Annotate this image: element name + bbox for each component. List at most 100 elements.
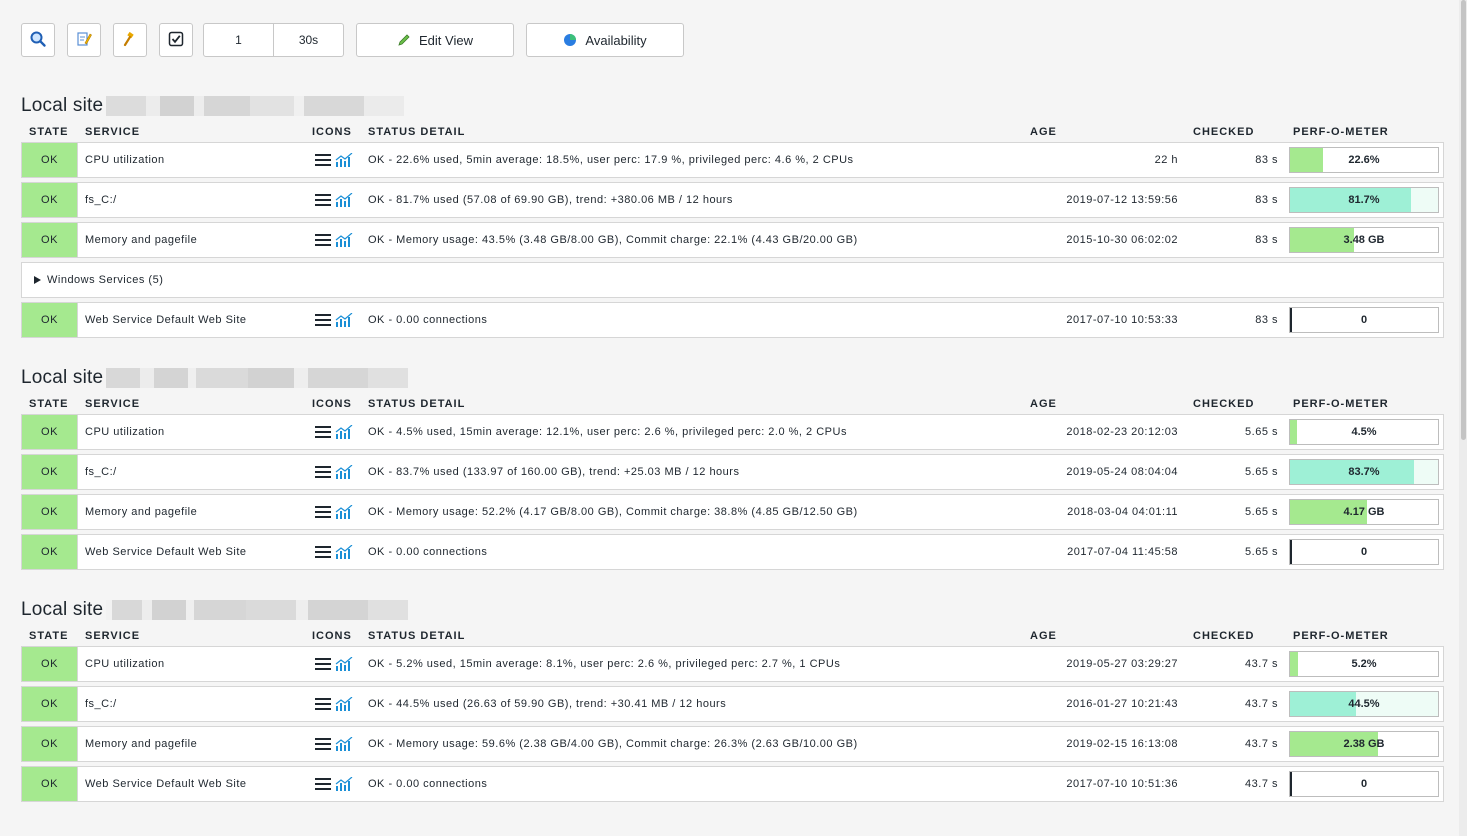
table-header: STATE SERVICE ICONS STATUS DETAIL AGE CH… [21, 622, 1444, 642]
table-row[interactable]: OK Web Service Default Web Site OK - 0.0… [21, 302, 1444, 338]
service-name[interactable]: fs_C:/ [85, 183, 117, 217]
checked: 5.65 s [1245, 546, 1278, 558]
service-name[interactable]: CPU utilization [85, 647, 165, 681]
state-badge: OK [22, 535, 78, 569]
col-checked[interactable]: CHECKED [1193, 398, 1254, 410]
col-state[interactable]: STATE [29, 126, 68, 138]
menu-icon[interactable] [315, 737, 331, 754]
graph-icon[interactable] [335, 192, 353, 210]
graph-icon[interactable] [335, 776, 353, 794]
graph-icon[interactable] [335, 232, 353, 250]
status-detail: OK - 22.6% used, 5min average: 18.5%, us… [368, 154, 854, 166]
service-group-toggle[interactable]: Windows Services (5) [21, 262, 1444, 298]
perf-o-meter[interactable]: 83.7% [1289, 459, 1439, 485]
checkbox-toggle-button[interactable] [159, 23, 193, 57]
graph-icon[interactable] [335, 736, 353, 754]
table-row[interactable]: OK Web Service Default Web Site OK - 0.0… [21, 534, 1444, 570]
col-age[interactable]: AGE [1030, 630, 1057, 642]
table-row[interactable]: OK CPU utilization OK - 22.6% used, 5min… [21, 142, 1444, 178]
table-row[interactable]: OK CPU utilization OK - 5.2% used, 15min… [21, 646, 1444, 682]
perf-value: 0 [1360, 778, 1368, 790]
col-status-detail[interactable]: STATUS DETAIL [368, 126, 465, 138]
service-name[interactable]: Web Service Default Web Site [85, 767, 247, 801]
checkbox-icon [167, 30, 185, 51]
service-name[interactable]: Memory and pagefile [85, 727, 197, 761]
col-state[interactable]: STATE [29, 398, 68, 410]
service-name[interactable]: Web Service Default Web Site [85, 303, 247, 337]
edit-view-button[interactable]: Edit View [356, 23, 514, 57]
perf-o-meter[interactable]: 2.38 GB [1289, 731, 1439, 757]
graph-icon[interactable] [335, 152, 353, 170]
service-name[interactable]: CPU utilization [85, 415, 165, 449]
menu-icon[interactable] [315, 777, 331, 794]
status-detail: OK - 0.00 connections [368, 778, 488, 790]
col-perf-o-meter[interactable]: PERF-O-METER [1293, 630, 1389, 642]
table-row[interactable]: OK fs_C:/ OK - 44.5% used (26.63 of 59.9… [21, 686, 1444, 722]
perf-o-meter[interactable]: 5.2% [1289, 651, 1439, 677]
menu-icon[interactable] [315, 425, 331, 442]
vertical-scrollbar[interactable] [1459, 0, 1467, 836]
table-row[interactable]: OK Memory and pagefile OK - Memory usage… [21, 494, 1444, 530]
perf-o-meter[interactable]: 0 [1289, 771, 1439, 797]
col-state[interactable]: STATE [29, 630, 68, 642]
menu-icon[interactable] [315, 465, 331, 482]
service-name[interactable]: CPU utilization [85, 143, 165, 177]
col-age[interactable]: AGE [1030, 126, 1057, 138]
menu-icon[interactable] [315, 657, 331, 674]
table-row[interactable]: OK fs_C:/ OK - 81.7% used (57.08 of 69.9… [21, 182, 1444, 218]
table-row[interactable]: OK Memory and pagefile OK - Memory usage… [21, 726, 1444, 762]
table-row[interactable]: OK CPU utilization OK - 4.5% used, 15min… [21, 414, 1444, 450]
age: 2019-02-15 16:13:08 [1066, 738, 1178, 750]
col-checked[interactable]: CHECKED [1193, 630, 1254, 642]
table-row[interactable]: OK Memory and pagefile OK - Memory usage… [21, 222, 1444, 258]
graph-icon[interactable] [335, 656, 353, 674]
menu-icon[interactable] [315, 313, 331, 330]
col-checked[interactable]: CHECKED [1193, 126, 1254, 138]
checked: 83 s [1255, 154, 1278, 166]
col-perf-o-meter[interactable]: PERF-O-METER [1293, 398, 1389, 410]
service-name[interactable]: Web Service Default Web Site [85, 535, 247, 569]
table-row[interactable]: OK fs_C:/ OK - 83.7% used (133.97 of 160… [21, 454, 1444, 490]
graph-icon[interactable] [335, 504, 353, 522]
age: 2019-05-27 03:29:27 [1066, 658, 1178, 670]
perf-o-meter[interactable]: 22.6% [1289, 147, 1439, 173]
availability-button[interactable]: Availability [526, 23, 684, 57]
graph-icon[interactable] [335, 312, 353, 330]
menu-icon[interactable] [315, 505, 331, 522]
actions-button[interactable] [113, 23, 147, 57]
table-row[interactable]: OK Web Service Default Web Site OK - 0.0… [21, 766, 1444, 802]
perf-o-meter[interactable]: 44.5% [1289, 691, 1439, 717]
col-service[interactable]: SERVICE [85, 126, 140, 138]
graph-icon[interactable] [335, 424, 353, 442]
menu-icon[interactable] [315, 545, 331, 562]
service-name[interactable]: fs_C:/ [85, 455, 117, 489]
service-name[interactable]: Memory and pagefile [85, 223, 197, 257]
state-badge: OK [22, 455, 78, 489]
col-status-detail[interactable]: STATUS DETAIL [368, 398, 465, 410]
col-age[interactable]: AGE [1030, 398, 1057, 410]
col-status-detail[interactable]: STATUS DETAIL [368, 630, 465, 642]
col-service[interactable]: SERVICE [85, 398, 140, 410]
search-button[interactable] [21, 23, 55, 57]
menu-icon[interactable] [315, 193, 331, 210]
commands-button[interactable] [67, 23, 101, 57]
graph-icon[interactable] [335, 696, 353, 714]
menu-icon[interactable] [315, 697, 331, 714]
col-service[interactable]: SERVICE [85, 630, 140, 642]
service-name[interactable]: fs_C:/ [85, 687, 117, 721]
graph-icon[interactable] [335, 544, 353, 562]
graph-icon[interactable] [335, 464, 353, 482]
menu-icon[interactable] [315, 153, 331, 170]
perf-o-meter[interactable]: 0 [1289, 539, 1439, 565]
menu-icon[interactable] [315, 233, 331, 250]
perf-o-meter[interactable]: 81.7% [1289, 187, 1439, 213]
perf-o-meter[interactable]: 3.48 GB [1289, 227, 1439, 253]
refresh-interval[interactable]: 30s [273, 24, 343, 56]
scrollbar-thumb[interactable] [1461, 0, 1466, 440]
refresh-count[interactable]: 1 [204, 24, 273, 56]
service-name[interactable]: Memory and pagefile [85, 495, 197, 529]
perf-o-meter[interactable]: 4.17 GB [1289, 499, 1439, 525]
col-perf-o-meter[interactable]: PERF-O-METER [1293, 126, 1389, 138]
perf-o-meter[interactable]: 0 [1289, 307, 1439, 333]
perf-o-meter[interactable]: 4.5% [1289, 419, 1439, 445]
